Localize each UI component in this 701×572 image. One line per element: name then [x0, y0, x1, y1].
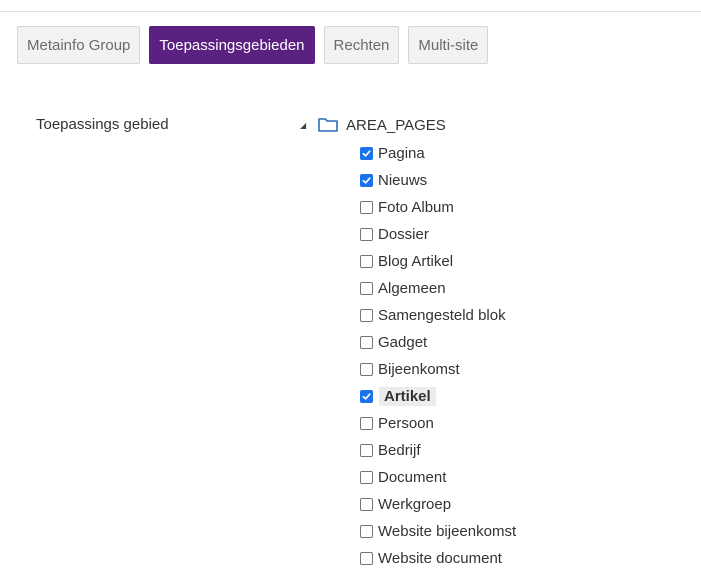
- tree-item[interactable]: Bedrijf: [360, 437, 516, 464]
- tree-item[interactable]: Algemeen: [360, 275, 516, 302]
- tree-item-label[interactable]: Persoon: [378, 415, 434, 432]
- tree-item-label[interactable]: Website document: [378, 550, 502, 567]
- checkbox[interactable]: [360, 309, 373, 322]
- checkbox[interactable]: [360, 228, 373, 241]
- checkbox[interactable]: [360, 282, 373, 295]
- category-tree: ◢ AREA_PAGES Pagina Nieuws Foto Album Dossi…: [300, 114, 516, 572]
- tree-item[interactable]: Dossier: [360, 221, 516, 248]
- folder-icon: [318, 118, 338, 132]
- tree-root-label[interactable]: AREA_PAGES: [346, 117, 446, 134]
- tree-item-label[interactable]: Artikel: [379, 387, 436, 406]
- tree-items: Pagina Nieuws Foto Album Dossier Blog Artike…: [360, 140, 516, 572]
- tree-item[interactable]: Artikel: [360, 383, 516, 410]
- tree-item[interactable]: Website document: [360, 545, 516, 572]
- checkbox[interactable]: [360, 525, 373, 538]
- checkbox[interactable]: [360, 390, 373, 403]
- checkbox[interactable]: [360, 498, 373, 511]
- checkbox[interactable]: [360, 471, 373, 484]
- tree-item[interactable]: Foto Album: [360, 194, 516, 221]
- checkbox[interactable]: [360, 444, 373, 457]
- tree-item-label[interactable]: Bijeenkomst: [378, 361, 460, 378]
- tree-item-label[interactable]: Blog Artikel: [378, 253, 453, 270]
- tree-item-label[interactable]: Pagina: [378, 145, 425, 162]
- tree-item-label[interactable]: Gadget: [378, 334, 427, 351]
- expand-caret-icon[interactable]: ◢: [300, 121, 318, 130]
- checkbox[interactable]: [360, 417, 373, 430]
- tree-item[interactable]: Samengesteld blok: [360, 302, 516, 329]
- tab-multi-site[interactable]: Multi-site: [408, 26, 489, 64]
- field-label: Toepassings gebied: [36, 116, 169, 133]
- checkbox[interactable]: [360, 174, 373, 187]
- tree-item-label[interactable]: Foto Album: [378, 199, 454, 216]
- tab-rechten[interactable]: Rechten: [323, 26, 400, 64]
- checkbox[interactable]: [360, 363, 373, 376]
- tree-item[interactable]: Document: [360, 464, 516, 491]
- tree-root: ◢ AREA_PAGES: [300, 114, 516, 136]
- tree-item[interactable]: Persoon: [360, 410, 516, 437]
- tree-item-label[interactable]: Werkgroep: [378, 496, 451, 513]
- tree-item-label[interactable]: Algemeen: [378, 280, 446, 297]
- tree-item[interactable]: Bijeenkomst: [360, 356, 516, 383]
- tree-item[interactable]: Gadget: [360, 329, 516, 356]
- checkbox[interactable]: [360, 147, 373, 160]
- tree-item-label[interactable]: Document: [378, 469, 446, 486]
- tree-item[interactable]: Werkgroep: [360, 491, 516, 518]
- tab-metainfo-group[interactable]: Metainfo Group: [17, 26, 141, 64]
- tree-item[interactable]: Pagina: [360, 140, 516, 167]
- tree-item[interactable]: Blog Artikel: [360, 248, 516, 275]
- checkbox[interactable]: [360, 336, 373, 349]
- tree-item[interactable]: Website bijeenkomst: [360, 518, 516, 545]
- tree-item-label[interactable]: Bedrijf: [378, 442, 421, 459]
- checkbox[interactable]: [360, 201, 373, 214]
- checkbox[interactable]: [360, 552, 373, 565]
- tab-toepassingsgebieden[interactable]: Toepassingsgebieden: [149, 26, 315, 64]
- tree-item-label[interactable]: Dossier: [378, 226, 429, 243]
- tree-item-label[interactable]: Samengesteld blok: [378, 307, 506, 324]
- checkbox[interactable]: [360, 255, 373, 268]
- tab-bar: Metainfo Group Toepassingsgebieden Recht…: [17, 26, 489, 64]
- tree-item-label[interactable]: Nieuws: [378, 172, 427, 189]
- tree-item-label[interactable]: Website bijeenkomst: [378, 523, 516, 540]
- tree-item[interactable]: Nieuws: [360, 167, 516, 194]
- top-divider: [0, 11, 701, 12]
